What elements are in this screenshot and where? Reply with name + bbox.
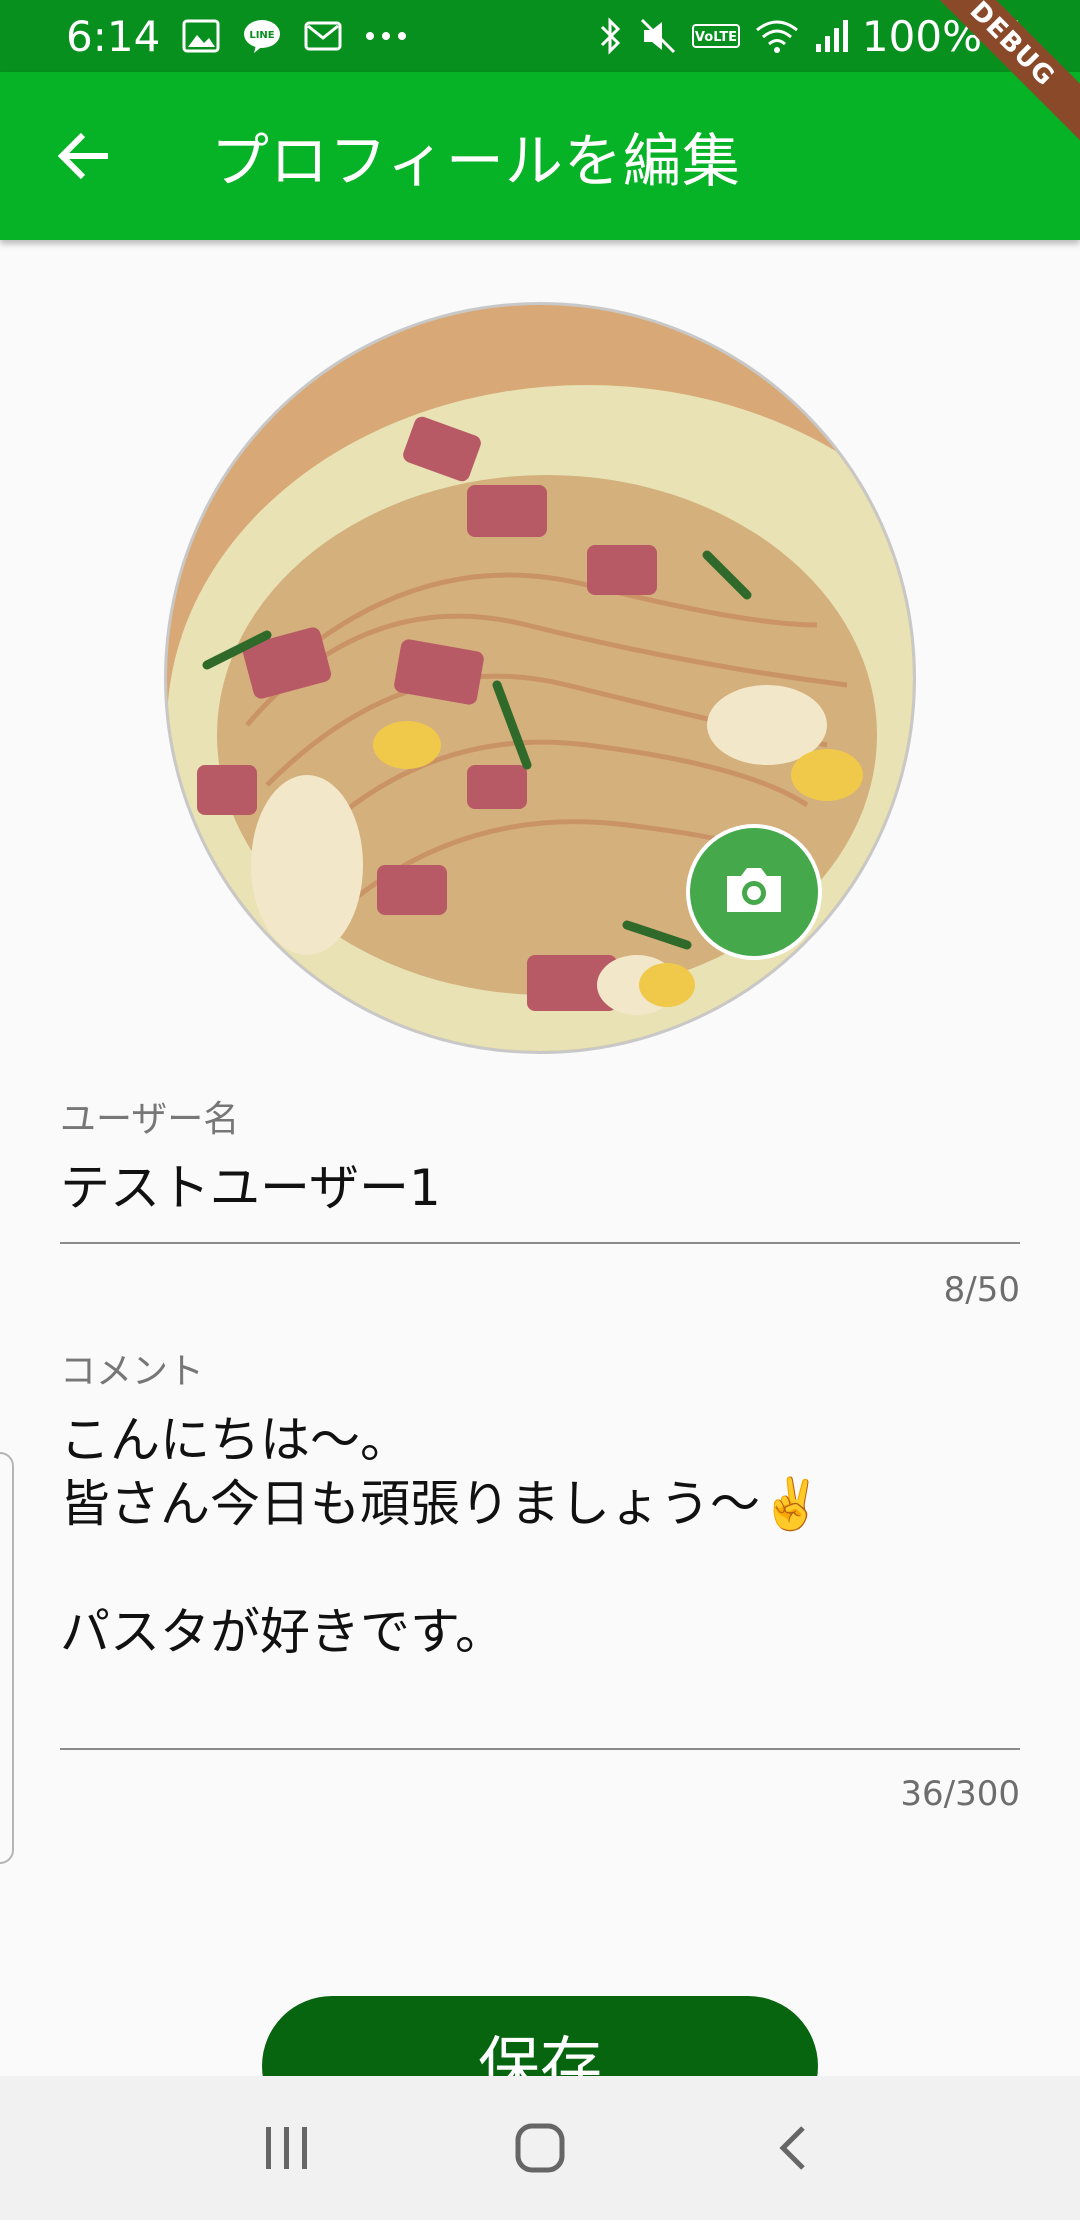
avatar[interactable] <box>164 302 916 1054</box>
page-title: プロフィールを編集 <box>211 127 741 195</box>
comment-counter: 36/300 <box>900 1774 1020 1814</box>
status-bar: 6:14 LINE VoLTE 100% <box>0 0 1080 72</box>
username-input[interactable]: テストユーザー1 <box>60 1156 1020 1220</box>
signal-icon <box>814 18 848 54</box>
mail-icon <box>304 21 342 51</box>
home-icon[interactable] <box>495 2103 585 2193</box>
comment-field[interactable]: コメント こんにちは〜。 皆さん今日も頑張りましょう〜✌️ パスタが好きです。 … <box>60 1342 1020 1814</box>
username-field[interactable]: ユーザー名 テストユーザー1 8/50 <box>60 1090 1020 1310</box>
svg-text:VoLTE: VoLTE <box>695 30 737 45</box>
bluetooth-icon <box>598 16 624 56</box>
mute-icon <box>638 16 678 56</box>
username-underline <box>60 1242 1020 1244</box>
back-icon[interactable] <box>748 2103 838 2193</box>
username-counter: 8/50 <box>943 1270 1020 1310</box>
svg-text:LINE: LINE <box>250 30 275 41</box>
username-label: ユーザー名 <box>60 1099 240 1140</box>
comment-label: コメント <box>60 1351 205 1392</box>
system-nav-bar <box>0 2076 1080 2220</box>
image-icon <box>182 19 220 53</box>
wifi-icon <box>754 18 800 54</box>
comment-input[interactable]: こんにちは〜。 皆さん今日も頑張りましょう〜✌️ パスタが好きです。 <box>60 1408 1020 1664</box>
camera-icon <box>723 864 785 920</box>
comment-underline <box>60 1748 1020 1750</box>
edge-panel-handle[interactable] <box>0 1452 14 1864</box>
change-photo-button[interactable] <box>686 824 822 960</box>
line-app-icon: LINE <box>242 18 282 54</box>
avatar-container <box>164 302 916 1054</box>
app-bar: プロフィールを編集 <box>0 72 1080 240</box>
arrow-back-icon[interactable] <box>42 114 126 198</box>
recent-apps-icon[interactable] <box>242 2103 332 2193</box>
volte-icon: VoLTE <box>691 24 740 48</box>
status-time: 6:14 <box>66 11 161 61</box>
more-dots-icon <box>364 31 408 41</box>
